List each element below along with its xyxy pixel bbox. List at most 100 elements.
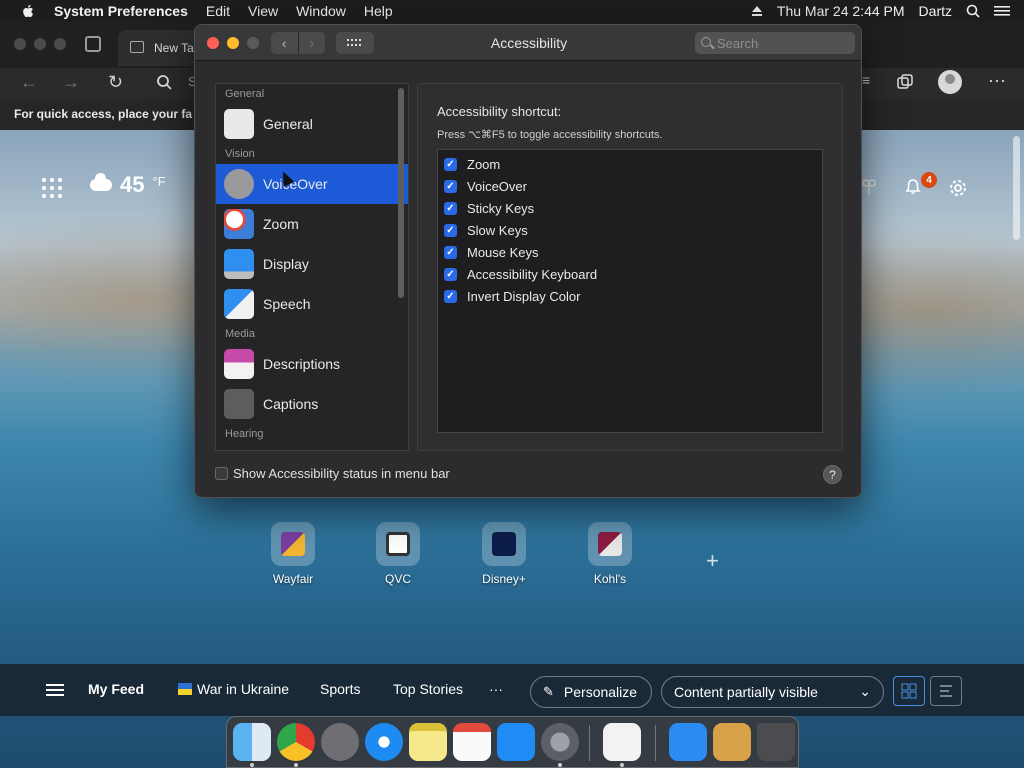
sidebar-item-general[interactable]: General [216, 104, 408, 144]
chevron-down-icon: ⌄ [859, 683, 871, 699]
temperature: 45 [120, 172, 145, 197]
menu-user[interactable]: Dartz [919, 3, 952, 19]
checkbox-checked[interactable]: ✓ [444, 157, 457, 171]
forward-icon[interactable]: → [62, 72, 80, 93]
shortcut-option-zoom[interactable]: ✓ Zoom [438, 153, 822, 175]
chrome-icon[interactable] [277, 723, 315, 761]
edge-icon[interactable] [603, 723, 641, 761]
sidebar-scrollbar[interactable] [398, 88, 404, 298]
rewards-icon[interactable] [860, 178, 878, 196]
spotlight-search-icon[interactable] [966, 4, 980, 18]
shortcut-option-label: Slow Keys [467, 222, 528, 238]
reading-list-icon[interactable]: ≡ [862, 72, 870, 88]
page-settings-gear-icon[interactable] [948, 178, 968, 198]
apple-icon[interactable] [20, 3, 36, 19]
shortcut-option-label: Mouse Keys [467, 244, 539, 260]
sidebar-section-hearing: Hearing [225, 428, 264, 440]
finder-icon[interactable] [233, 723, 271, 761]
apps-launcher-icon[interactable] [42, 178, 62, 198]
shortcut-option-accessibility-keyboard[interactable]: ✓ Accessibility Keyboard [438, 263, 822, 285]
shortcut-subheading: Press ⌥⌘F5 to toggle accessibility short… [437, 129, 663, 141]
menu-clock[interactable]: Thu Mar 24 2:44 PM [777, 3, 905, 19]
shortcut-option-label: Zoom [467, 156, 501, 172]
running-indicator [558, 763, 562, 767]
tab-actions-icon[interactable] [85, 36, 101, 52]
grid-layout-button[interactable] [893, 676, 925, 706]
eject-icon[interactable] [751, 5, 763, 17]
browser-zoom-light[interactable] [54, 38, 66, 50]
window-titlebar: ‹ › Accessibility Search [195, 25, 861, 61]
shortcut-option-slow-keys[interactable]: ✓ Slow Keys [438, 219, 822, 241]
weather-widget[interactable]: 45 °F [90, 172, 166, 198]
app-store-icon[interactable] [497, 723, 535, 761]
checkbox-checked[interactable]: ✓ [444, 289, 457, 303]
sidebar-item-voiceover[interactable]: VoiceOver [216, 164, 408, 204]
sidebar-item-label: Display [263, 256, 309, 272]
sidebar-item-descriptions[interactable]: Descriptions [216, 344, 408, 384]
notes-icon[interactable] [409, 723, 447, 761]
trash-icon[interactable] [757, 723, 795, 761]
menu-window[interactable]: Window [296, 3, 346, 19]
feed-menu-icon[interactable] [46, 684, 64, 696]
show-status-in-menu-bar-label[interactable]: Show Accessibility status in menu bar [233, 466, 450, 481]
back-icon[interactable]: ← [20, 72, 38, 93]
new-tab-page-icon [130, 41, 144, 53]
feed-tab-war-in-ukraine[interactable]: War in Ukraine [197, 681, 289, 697]
sidebar-item-display[interactable]: Display [216, 244, 408, 284]
more-options-icon[interactable]: ··· [988, 70, 1006, 91]
sidebar-section-general: General [225, 88, 265, 100]
content-visibility-dropdown[interactable]: Content partially visible ⌄ [661, 676, 884, 708]
shortcut-option-voiceover[interactable]: ✓ VoiceOver [438, 175, 822, 197]
menu-edit[interactable]: Edit [206, 3, 230, 19]
calendar-icon[interactable] [453, 723, 491, 761]
system-preferences-icon[interactable] [541, 723, 579, 761]
profile-avatar[interactable] [938, 70, 962, 94]
quick-link-qvc[interactable]: QVC [363, 522, 433, 586]
help-button[interactable]: ? [823, 465, 842, 484]
grid-layout-icon [901, 683, 917, 699]
sidebar-item-captions[interactable]: Captions [216, 384, 408, 424]
checkbox-checked[interactable]: ✓ [444, 223, 457, 237]
sidebar-item-label: Descriptions [263, 356, 341, 372]
reload-icon[interactable]: ↻ [108, 72, 123, 93]
menu-app-name[interactable]: System Preferences [54, 3, 188, 19]
quick-link-kohls[interactable]: Kohl's [575, 522, 645, 586]
list-layout-button[interactable] [930, 676, 962, 706]
notifications-bell-icon[interactable] [904, 178, 922, 196]
feed-more-button[interactable]: ··· [489, 681, 503, 697]
collections-icon[interactable] [896, 73, 914, 91]
quick-link-wayfair[interactable]: Wayfair [258, 522, 328, 586]
page-scrollbar[interactable] [1013, 136, 1020, 240]
menu-help[interactable]: Help [364, 3, 393, 19]
qvc-logo-icon [386, 532, 410, 556]
app-store-download-icon[interactable] [669, 723, 707, 761]
quick-link-disney-plus[interactable]: Disney+ [469, 522, 539, 586]
checkbox-checked[interactable]: ✓ [444, 245, 457, 259]
shortcut-option-sticky-keys[interactable]: ✓ Sticky Keys [438, 197, 822, 219]
browser-minimize-light[interactable] [34, 38, 46, 50]
shortcut-option-mouse-keys[interactable]: ✓ Mouse Keys [438, 241, 822, 263]
voiceover-icon [224, 169, 254, 199]
preferences-search-field[interactable]: Search [695, 32, 855, 54]
cloud-icon [90, 173, 112, 191]
menu-view[interactable]: View [248, 3, 278, 19]
feed-tab-my-feed[interactable]: My Feed [88, 681, 144, 697]
feed-tab-top-stories[interactable]: Top Stories [393, 681, 463, 697]
checkbox-checked[interactable]: ✓ [444, 267, 457, 281]
checkbox-checked[interactable]: ✓ [444, 179, 457, 193]
safari-icon[interactable] [365, 723, 403, 761]
feed-tab-sports[interactable]: Sports [320, 681, 360, 697]
checkbox-checked[interactable]: ✓ [444, 201, 457, 215]
sidebar-item-zoom[interactable]: Zoom [216, 204, 408, 244]
pencil-icon: ✎ [543, 684, 554, 699]
personalize-button[interactable]: ✎ Personalize [530, 676, 652, 708]
launchpad-icon[interactable] [321, 723, 359, 761]
show-status-in-menu-bar-checkbox[interactable] [215, 467, 228, 480]
shortcut-option-invert-display-color[interactable]: ✓ Invert Display Color [438, 285, 822, 307]
archive-utility-icon[interactable] [713, 723, 751, 761]
shortcut-heading: Accessibility shortcut: [437, 104, 562, 119]
browser-close-light[interactable] [14, 38, 26, 50]
add-quick-link-button[interactable]: + [706, 548, 719, 574]
sidebar-item-speech[interactable]: Speech [216, 284, 408, 324]
control-center-icon[interactable] [994, 5, 1010, 17]
